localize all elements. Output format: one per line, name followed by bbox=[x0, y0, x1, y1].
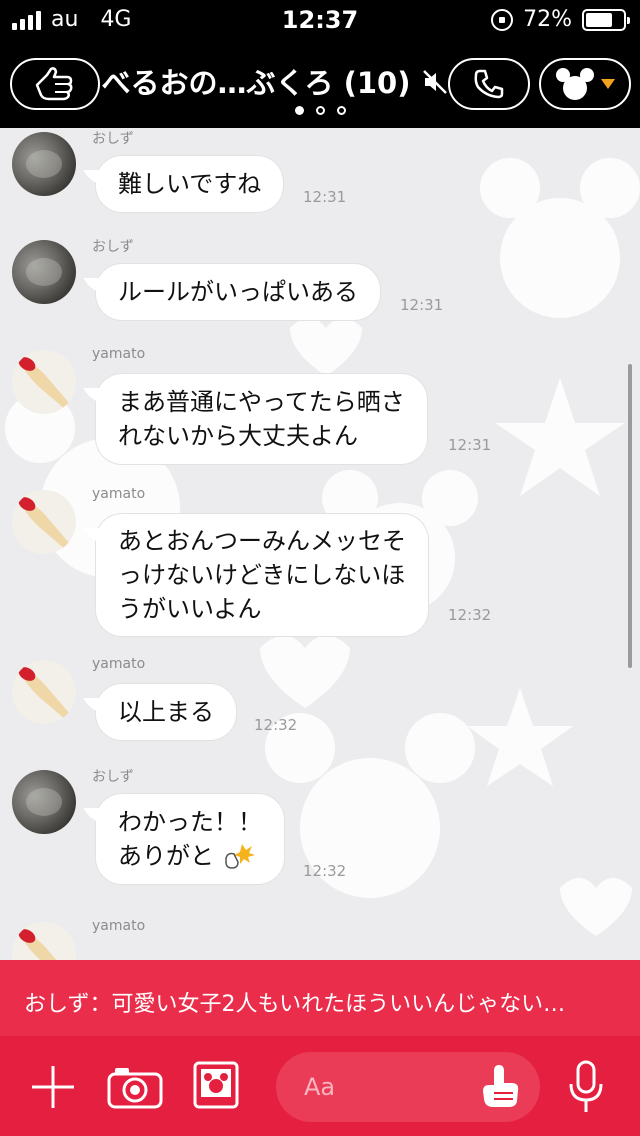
sender-name: yamato bbox=[92, 918, 146, 934]
chat-title[interactable]: べるおの…ぶくろ (10) bbox=[100, 60, 412, 102]
message-time: 12:32 bbox=[254, 716, 298, 734]
message-line: あとおんつーみんメッセそ bbox=[118, 527, 406, 555]
battery-percent: 72% bbox=[523, 7, 572, 32]
input-bar: Aa bbox=[0, 1036, 640, 1136]
chat-header: べるおの…ぶくろ (10) bbox=[0, 40, 640, 128]
message-time: 12:31 bbox=[400, 296, 444, 314]
message-bubble[interactable]: ルールがいっぱいある bbox=[96, 264, 380, 320]
message-line: っけないけどきにしないほ bbox=[118, 561, 406, 589]
sender-name: おしず bbox=[92, 769, 134, 785]
page-dot bbox=[315, 106, 325, 115]
page-indicator bbox=[0, 106, 640, 115]
back-hand-icon bbox=[35, 67, 73, 101]
message-time: 12:32 bbox=[303, 862, 347, 880]
sender-name: yamato bbox=[92, 346, 146, 362]
camera-button[interactable] bbox=[106, 1064, 164, 1110]
sticker-button[interactable] bbox=[477, 1062, 523, 1110]
avatar[interactable] bbox=[12, 132, 76, 196]
microphone-icon bbox=[569, 1060, 603, 1112]
message-bubble[interactable]: あとおんつーみんメッセそ っけないけどきにしないほ うがいいよん bbox=[96, 514, 428, 636]
gallery-button[interactable] bbox=[192, 1060, 240, 1110]
finger-avatar-image bbox=[12, 660, 76, 724]
pointing-glove-icon bbox=[483, 1065, 519, 1107]
mouse-ears-icon bbox=[556, 68, 594, 100]
avatar[interactable] bbox=[12, 350, 76, 414]
message-line: うがいいよん bbox=[118, 595, 262, 623]
scrollbar[interactable] bbox=[628, 364, 632, 668]
message-line: ルールがいっぱいある bbox=[118, 278, 358, 306]
sender-name: おしず bbox=[92, 239, 134, 255]
plus-button[interactable] bbox=[28, 1062, 78, 1112]
camera-icon bbox=[107, 1068, 163, 1109]
message-bubble[interactable]: まあ普通にやってたら晒さ れないから大丈夫よん bbox=[96, 374, 427, 464]
message-time: 12:32 bbox=[448, 606, 492, 624]
sender-name: yamato bbox=[92, 486, 146, 502]
message-line: れないから大丈夫よん bbox=[118, 422, 358, 450]
pointing-hand-bang-emoji bbox=[224, 844, 255, 869]
notification-banner[interactable]: おしず：可愛い女子2人もいれたほういいんじゃない… bbox=[0, 960, 640, 1036]
back-button[interactable] bbox=[10, 58, 100, 110]
message-time: 12:31 bbox=[448, 436, 492, 454]
photo-mouse-icon bbox=[193, 1061, 239, 1109]
page-dot bbox=[336, 106, 346, 115]
plus-icon bbox=[32, 1066, 74, 1108]
call-button[interactable] bbox=[448, 58, 530, 110]
message-line: 難しいですね bbox=[118, 170, 262, 198]
message-bubble[interactable]: 難しいですね bbox=[96, 156, 284, 212]
message-bubble[interactable]: わかった！！ ありがと bbox=[96, 794, 284, 884]
finger-avatar-image bbox=[12, 350, 76, 414]
menu-button[interactable] bbox=[539, 58, 631, 110]
avatar[interactable] bbox=[12, 770, 76, 834]
notification-text: おしず：可愛い女子2人もいれたほういいんじゃない… bbox=[24, 992, 566, 1017]
battery-icon bbox=[582, 8, 630, 31]
avatar[interactable] bbox=[12, 240, 76, 304]
mute-icon bbox=[423, 70, 447, 94]
status-bar: au 4G 12:37 72% bbox=[0, 0, 640, 40]
chat-area[interactable]: おしず 難しいですね 12:31 おしず ルールがいっぱいある 12:31 ya… bbox=[0, 128, 640, 960]
voice-button[interactable] bbox=[566, 1060, 606, 1114]
message-input-placeholder: Aa bbox=[304, 1073, 336, 1101]
chevron-down-icon bbox=[601, 79, 615, 89]
phone-icon bbox=[474, 69, 504, 99]
message-bubble[interactable]: 以上まる bbox=[96, 684, 236, 740]
sender-name: おしず bbox=[92, 131, 134, 147]
avatar[interactable] bbox=[12, 490, 76, 554]
sender-name: yamato bbox=[92, 656, 146, 672]
avatar[interactable] bbox=[12, 660, 76, 724]
rotation-lock-icon bbox=[491, 8, 514, 31]
message-line: わかった！！ bbox=[118, 808, 262, 836]
message-time: 12:31 bbox=[303, 188, 347, 206]
finger-avatar-image bbox=[12, 490, 76, 554]
message-line: ありがと bbox=[118, 839, 262, 873]
page-dot bbox=[294, 106, 304, 115]
message-line: 以上まる bbox=[118, 698, 214, 726]
message-line: まあ普通にやってたら晒さ bbox=[118, 388, 405, 416]
